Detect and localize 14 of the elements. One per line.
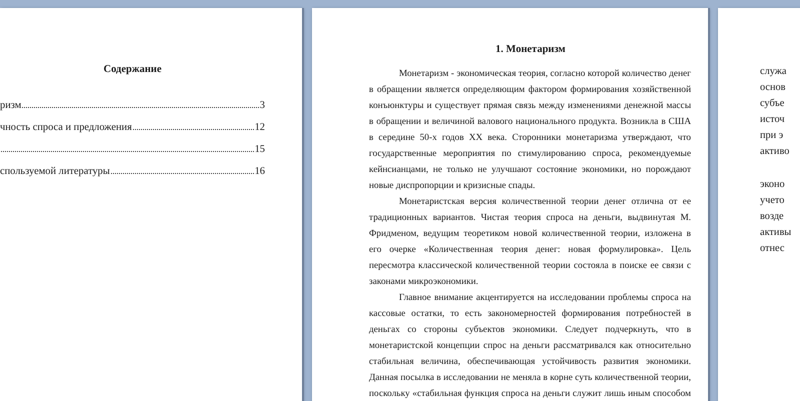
page-number: 3 (260, 100, 265, 111)
paragraph: Главное внимание акцентируется на исследовании проблемы спроса на кассовые остатки, то есть закономерностей формирования потребностей в деньгах со стороны субъектов экономики. Следует подчеркнуть, что в монетаристской концепции спрос на деньги рассматривался как относительно стабильная величина, обеспечивающая устойчивость развития экономики. Данная посылка в исследовании не меняла в корне суть количественной теории, поскольку «стабильная функция спроса на деньги служит лишь иным способом (369, 292, 691, 401)
page-number: 12 (254, 122, 265, 133)
toc-title: Содержание (102, 64, 162, 75)
paragraph: Монетаристская версия количественной теории денег отлична от ее традиционных вариантов. Чистая теория спроса на деньги, выдвинутая М. Фридменом, ведущим теоретиком новой количественной теории, изложена в его очерке «Количественная теория денег: новая формулировка». Цель пересмотра классической количественной теории состояла в поиске ее связи с законами микроэкономики. (369, 196, 691, 289)
paragraph: Монетаризм - экономическая теория, согласно которой количество денег в обращении является определяющим фактором формирования хозяйственной конъюнктуры и существует прямая связь между изменениями денежной массы в обращении и величиной валового национального продукта. Возникла в США в середине 50-х годов XX века. Сторонники монетаризма утверждают, что государственные мероприятия по стимулированию спроса, рекомендуемые кейнсианцами, не только не улучшают состояние экономики, но порождают новые диспропорции и кризисные спады. (369, 68, 691, 193)
toc-entry: ризм (0, 100, 22, 111)
page-number: 16 (254, 166, 265, 177)
paragraph: служа основ субъе источ при э активо (760, 65, 790, 160)
paragraph: эконо учето возде активы отнес (760, 178, 792, 256)
toc-entry: чность спроса и предложения (0, 122, 132, 133)
section-heading: 1. Монетаризм (494, 44, 566, 57)
toc-entry: спользуемой литературы (0, 166, 110, 177)
page-number: 15 (254, 144, 265, 155)
